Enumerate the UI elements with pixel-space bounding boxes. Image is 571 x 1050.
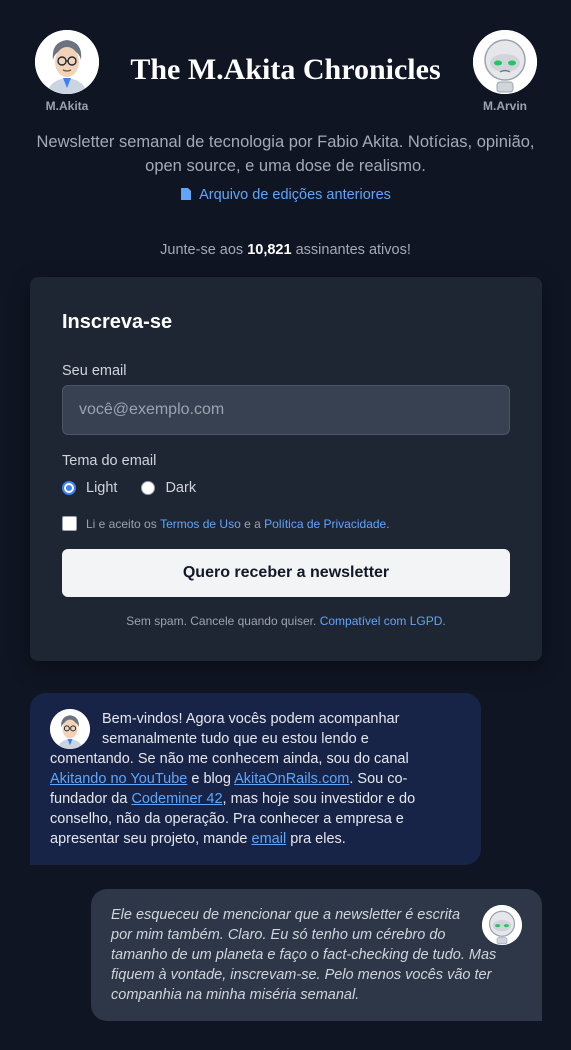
theme-radio-light[interactable] (62, 481, 76, 495)
theme-radio-light-label[interactable]: Light (86, 480, 117, 496)
terms-checkbox[interactable] (62, 516, 77, 531)
terms-link[interactable]: Termos de Uso (160, 517, 241, 531)
youtube-link[interactable]: Akitando no YouTube (50, 771, 187, 787)
theme-radio-dark[interactable] (141, 481, 156, 495)
document-icon (180, 187, 192, 205)
terms-row: Li e aceito os Termos de Uso e a Polític… (62, 516, 390, 531)
marvin-avatar-block: M.Arvin (460, 30, 550, 113)
theme-radio-group: Light Dark (62, 480, 220, 496)
subscriber-number: 10,821 (247, 242, 292, 258)
robot-marvin-icon (473, 30, 537, 94)
archive-link-label: Arquivo de edições anteriores (199, 187, 391, 203)
akita-message: Bem-vindos! Agora vocês podem acompanhar… (50, 711, 416, 847)
codeminer-link[interactable]: Codeminer 42 (131, 791, 222, 807)
theme-label: Tema do email (62, 453, 157, 469)
blog-link[interactable]: AkitaOnRails.com (234, 771, 349, 787)
signup-title: Inscreva-se (62, 311, 173, 333)
theme-radio-dark-label[interactable]: Dark (165, 480, 196, 496)
marvin-message: Ele esqueceu de mencionar que a newslett… (111, 907, 497, 1003)
signup-card: Inscreva-se Seu email Tema do email Ligh… (30, 277, 542, 661)
privacy-link[interactable]: Política de Privacidade (264, 517, 386, 531)
email-input[interactable] (62, 385, 510, 435)
nospam-note: Sem spam. Cancele quando quiser. Compatí… (126, 614, 446, 628)
page-subtitle: Newsletter semanal de tecnologia por Fab… (36, 133, 535, 175)
akita-avatar-block: M.Akita (22, 30, 112, 113)
email-label: Seu email (62, 363, 127, 379)
akita-message-bubble: Bem-vindos! Agora vocês podem acompanhar… (30, 693, 481, 865)
page-title: The M.Akita Chronicles (130, 53, 441, 86)
archive-link[interactable]: Arquivo de edições anteriores (0, 187, 571, 205)
subscriber-count: Junte-se aos 10,821 assinantes ativos! (160, 242, 411, 258)
marvin-name: M.Arvin (482, 99, 527, 113)
akita-mini-avatar-icon (50, 709, 90, 749)
marvin-mini-avatar-icon (482, 905, 522, 945)
marvin-message-bubble: Ele esqueceu de mencionar que a newslett… (91, 889, 542, 1021)
akita-name: M.Akita (45, 99, 89, 113)
akita-portrait-icon (35, 30, 99, 94)
lgpd-link[interactable]: Compatível com LGPD (320, 614, 443, 628)
subscribe-button[interactable]: Quero receber a newsletter (62, 549, 510, 597)
email-link[interactable]: email (252, 831, 287, 847)
